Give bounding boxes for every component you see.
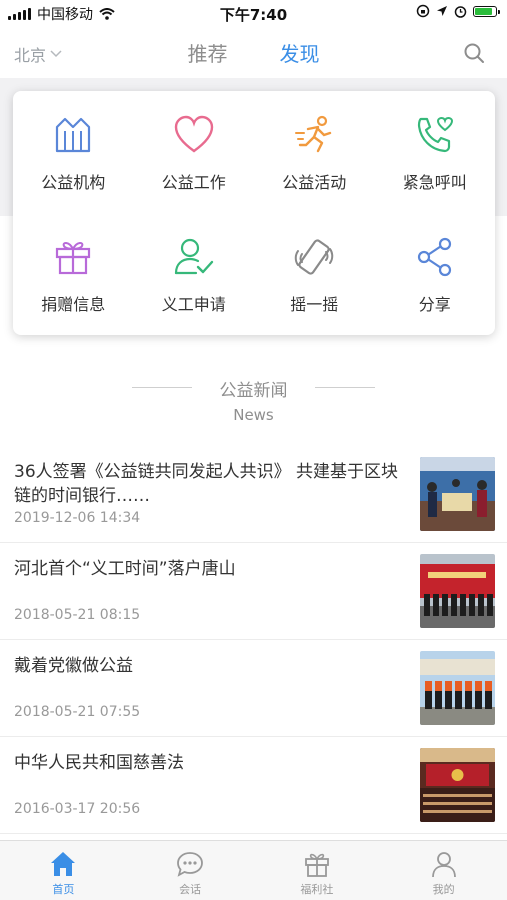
tabbar-label: 首页	[52, 883, 75, 896]
news-subtitle: News	[233, 406, 274, 424]
menu-item-donation-info[interactable]: 捐赠信息	[13, 213, 134, 335]
gift-icon	[56, 242, 91, 275]
home-icon	[51, 852, 76, 876]
menu-item-activities[interactable]: 公益活动	[254, 91, 375, 213]
status-bar: 中国移动 下午7:40	[0, 0, 507, 28]
battery-icon	[473, 5, 500, 17]
news-list: 36人签署《公益链共同发起人共识》 共建基于区块链的时间银行…… 2019-12…	[0, 446, 507, 834]
menu-item-share[interactable]: 分享	[375, 213, 496, 335]
tabbar-item-me[interactable]: 我的	[380, 841, 507, 900]
location-icon	[437, 6, 447, 16]
menu-label: 公益工作	[161, 173, 226, 192]
menu-grid: 公益机构 公益工作 公益活动 紧急呼叫 捐赠信息 义工申请 摇一摇 分享	[13, 91, 495, 335]
building-icon	[56, 117, 91, 153]
menu-label: 捐赠信息	[41, 295, 106, 314]
menu-label: 义工申请	[161, 295, 226, 314]
alarm-icon	[454, 5, 467, 18]
menu-card: 公益机构 公益工作 公益活动 紧急呼叫 捐赠信息 义工申请 摇一摇 分享	[13, 91, 495, 335]
menu-label: 分享	[418, 295, 451, 314]
tabbar-item-chat[interactable]: 会话	[127, 841, 254, 900]
tabbar-label: 会话	[179, 883, 202, 896]
news-section-header: 公益新闻 News	[0, 372, 507, 432]
tabbar-label: 福利社	[300, 883, 334, 896]
menu-item-charity-work[interactable]: 公益工作	[134, 91, 255, 213]
share-icon	[417, 237, 451, 277]
rotation-lock-icon	[416, 4, 430, 18]
status-right	[416, 4, 500, 18]
news-thumbnail	[420, 457, 495, 531]
news-item[interactable]: 中华人民共和国慈善法 2016-03-17 20:56	[0, 737, 507, 834]
runner-icon	[295, 115, 332, 153]
tab-recommend[interactable]: 推荐	[188, 38, 228, 67]
user-check-icon	[174, 238, 213, 275]
news-item-date: 2018-05-21 07:55	[14, 704, 141, 720]
menu-item-volunteer-apply[interactable]: 义工申请	[134, 213, 255, 335]
shake-phone-icon	[295, 239, 334, 275]
header: 北京 推荐 发现	[0, 28, 507, 78]
tabbar-label: 我的	[432, 883, 455, 896]
news-item-title: 36人签署《公益链共同发起人共识》 共建基于区块链的时间银行……	[14, 462, 399, 506]
menu-label: 紧急呼叫	[402, 173, 467, 192]
news-item-title: 戴着党徽做公益	[14, 656, 133, 676]
news-thumbnail	[420, 748, 495, 822]
news-item[interactable]: 36人签署《公益链共同发起人共识》 共建基于区块链的时间银行…… 2019-12…	[0, 446, 507, 543]
menu-label: 公益活动	[282, 173, 347, 192]
top-tabs: 推荐 发现	[0, 38, 507, 67]
news-item-date: 2016-03-17 20:56	[14, 801, 141, 817]
menu-label: 摇一摇	[290, 295, 339, 314]
gift-icon	[304, 853, 329, 877]
battery-fill	[475, 7, 492, 15]
news-item-date: 2018-05-21 08:15	[14, 607, 141, 623]
news-item[interactable]: 河北首个“义工时间”落户唐山 2018-05-21 08:15	[0, 543, 507, 640]
phone-heart-icon	[417, 116, 453, 153]
menu-label: 公益机构	[41, 173, 106, 192]
menu-item-organizations[interactable]: 公益机构	[13, 91, 134, 213]
tabbar-item-home[interactable]: 首页	[0, 841, 127, 900]
news-thumbnail	[420, 651, 495, 725]
tab-discover[interactable]: 发现	[280, 38, 320, 67]
tabbar-item-welfare[interactable]: 福利社	[254, 841, 381, 900]
heart-icon	[174, 115, 213, 153]
search-icon[interactable]	[463, 42, 485, 64]
bottom-tab-bar: 首页 会话 福利社 我的	[0, 840, 507, 900]
menu-item-shake[interactable]: 摇一摇	[254, 213, 375, 335]
chat-icon	[177, 852, 204, 877]
news-thumbnail	[420, 554, 495, 628]
news-item-title: 河北首个“义工时间”落户唐山	[14, 559, 236, 579]
news-item-date: 2019-12-06 14:34	[14, 510, 141, 526]
news-item-title: 中华人民共和国慈善法	[14, 753, 184, 773]
news-title: 公益新闻	[219, 381, 288, 401]
person-icon	[431, 852, 456, 878]
news-item[interactable]: 戴着党徽做公益 2018-05-21 07:55	[0, 640, 507, 737]
menu-item-emergency-call[interactable]: 紧急呼叫	[375, 91, 496, 213]
